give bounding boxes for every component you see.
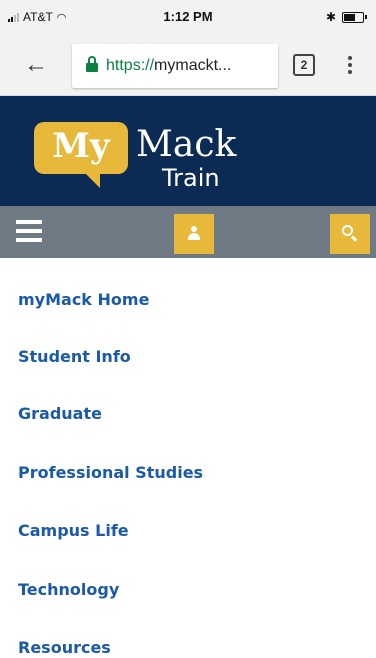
logo-bubble[interactable]: My	[34, 122, 128, 188]
bluetooth-icon: ✱	[325, 10, 336, 24]
user-icon	[188, 226, 200, 240]
menu-item-graduate[interactable]: Graduate	[18, 404, 102, 423]
url-scheme: https://	[106, 57, 155, 74]
logo-train-text: Train	[162, 164, 220, 192]
tabs-count-button[interactable]: 2	[293, 54, 315, 76]
menu-item-technology[interactable]: Technology	[18, 580, 119, 599]
menu-item-professional-studies[interactable]: Professional Studies	[18, 463, 203, 482]
logo-mack-text: Mack	[136, 124, 237, 165]
back-arrow-icon[interactable]: ←	[22, 52, 50, 80]
search-button[interactable]	[330, 214, 370, 254]
url-text: https://mymackt...	[106, 57, 272, 75]
battery-icon	[342, 11, 367, 23]
hamburger-menu-icon[interactable]	[16, 220, 42, 242]
nav-bar	[0, 206, 376, 258]
user-account-button[interactable]	[174, 214, 214, 254]
menu-item-student-info[interactable]: Student Info	[18, 347, 131, 366]
site-header: My Mack Train	[0, 96, 376, 206]
menu-item-mymack-home[interactable]: myMack Home	[18, 290, 149, 309]
url-domain: mymackt...	[154, 57, 232, 74]
menu-item-resources[interactable]: Resources	[18, 638, 111, 657]
address-bar[interactable]: https://mymackt...	[72, 44, 278, 88]
lock-icon	[86, 56, 98, 72]
logo-my-text: My	[52, 126, 110, 166]
status-right: ✱	[325, 10, 367, 24]
menu-item-campus-life[interactable]: Campus Life	[18, 521, 129, 540]
browser-toolbar: ← https://mymackt... 2	[0, 36, 376, 96]
status-time: 1:12 PM	[163, 9, 213, 24]
search-icon	[342, 225, 358, 242]
more-options-icon[interactable]	[340, 50, 360, 80]
status-bar: AT&T ◠ 1:12 PM ✱	[0, 0, 376, 36]
